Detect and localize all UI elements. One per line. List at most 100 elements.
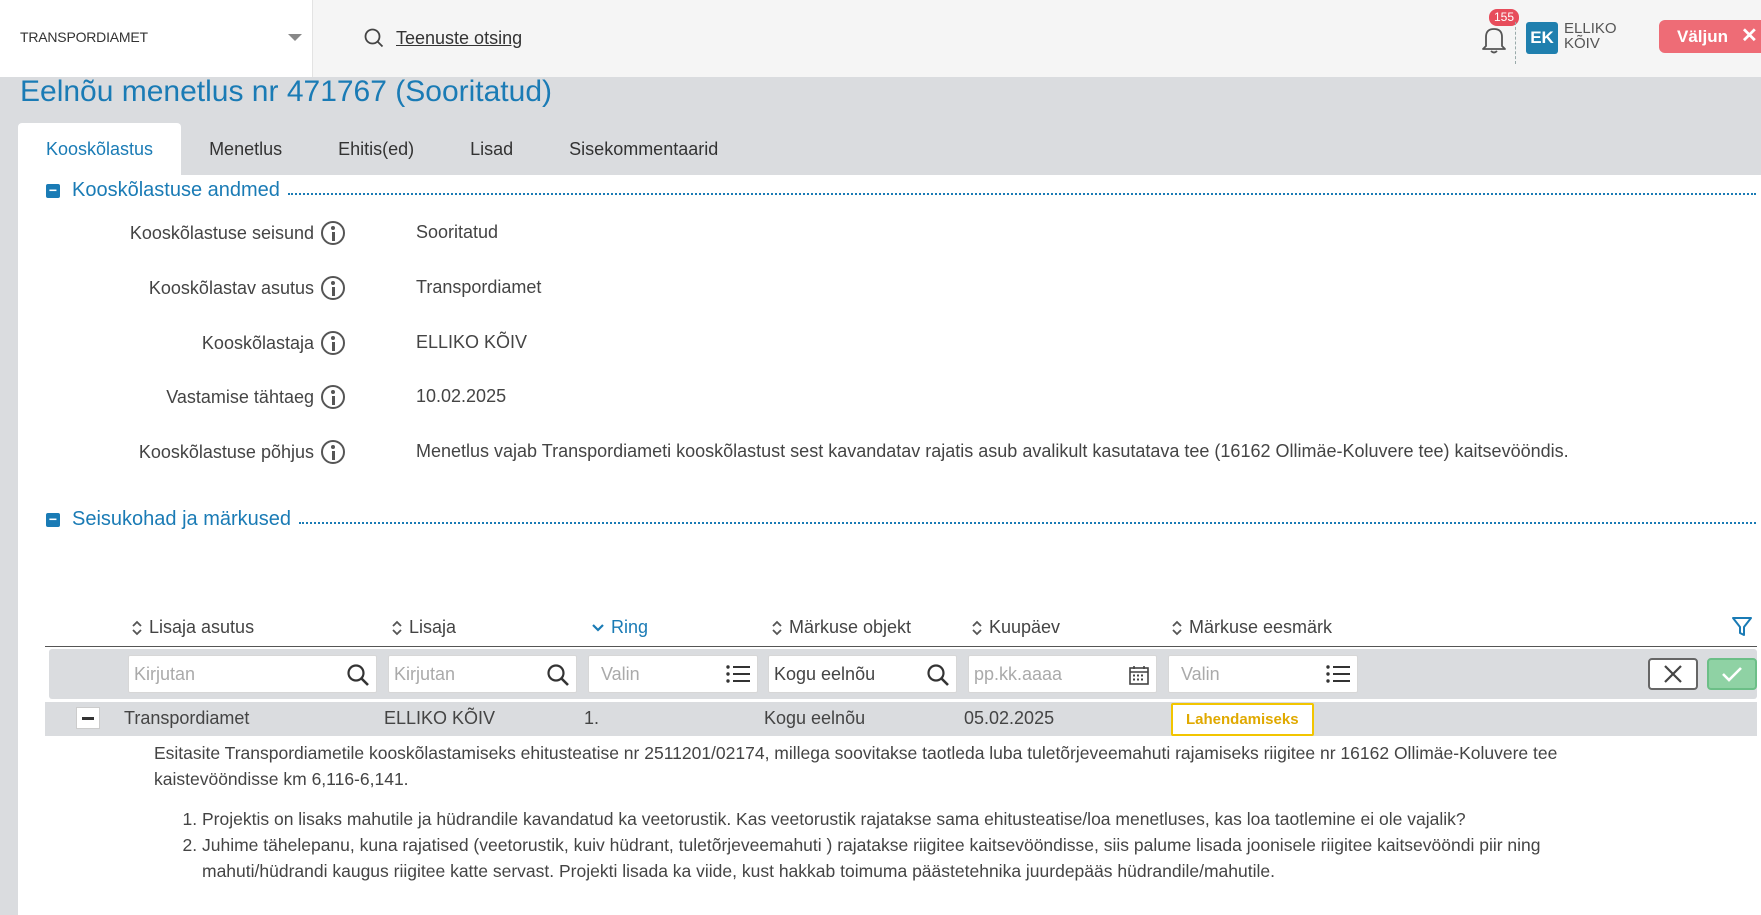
- field-label: Vastamise tähtaeg: [166, 385, 345, 409]
- field-value: Menetlus vajab Transpordiameti kooskõlas…: [416, 441, 1569, 461]
- tab-sisekommentaarid[interactable]: Sisekommentaarid: [541, 123, 746, 175]
- field-value: Sooritatud: [416, 222, 499, 242]
- organization-select[interactable]: TRANSPORDIAMET: [0, 0, 313, 77]
- service-search-link[interactable]: Teenuste otsing: [396, 28, 522, 49]
- calendar-icon[interactable]: [1128, 664, 1150, 686]
- remark-body: Esitasite Transpordiametile kooskõlastam…: [154, 740, 1644, 884]
- cell-objekt: Kogu eelnõu: [764, 708, 866, 728]
- filter-markuse-eesmark-select[interactable]: Valin: [1168, 655, 1358, 693]
- field-label: Kooskõlastuse põhjus: [139, 440, 345, 464]
- sort-icon: [772, 620, 782, 635]
- filter-kuupaev-input[interactable]: pp.kk.aaaa: [968, 655, 1157, 693]
- tab-menetlus[interactable]: Menetlus: [181, 123, 310, 175]
- field-pohjus: Kooskõlastuse põhjus Menetlus vajab Tran…: [18, 436, 1758, 466]
- table-header: Lisaja asutus Lisaja Ring Märkuse objekt…: [45, 611, 1757, 647]
- user-last-name: KÕIV: [1564, 35, 1600, 52]
- column-header-markuse-eesmark[interactable]: Märkuse eesmärk: [1171, 617, 1332, 638]
- field-label-text: Kooskõlastuse põhjus: [138, 441, 314, 462]
- field-label-text: Kooskõlastuse seisund: [129, 222, 314, 243]
- tab-ehitised[interactable]: Ehitis(ed): [310, 123, 442, 175]
- search-icon: [547, 664, 569, 686]
- tab-kooskolastus[interactable]: Kooskõlastus: [18, 123, 182, 175]
- filter-placeholder: Valin: [1181, 664, 1220, 684]
- sort-icon: [1172, 620, 1182, 635]
- search-icon: [347, 664, 369, 686]
- info-icon[interactable]: [321, 276, 345, 300]
- status-badge: Lahendamiseks: [1171, 703, 1314, 736]
- filter-markuse-objekt-input[interactable]: Kogu eelnõu: [768, 655, 957, 693]
- clear-filters-button[interactable]: [1648, 658, 1698, 690]
- info-icon[interactable]: [321, 440, 345, 464]
- field-label-text: Vastamise tähtaeg: [166, 386, 314, 407]
- field-label: Kooskõlastav asutus: [149, 276, 345, 300]
- collapse-row-button[interactable]: [76, 707, 100, 729]
- filter-icon[interactable]: [1731, 616, 1753, 638]
- search-icon: [364, 28, 384, 48]
- cell-ring: 1.: [584, 708, 600, 728]
- column-label: Lisaja: [409, 617, 457, 637]
- bell-icon[interactable]: [1480, 24, 1508, 54]
- field-label-text: Kooskõlastav asutus: [148, 277, 314, 298]
- remark-intro: Esitasite Transpordiametile kooskõlastam…: [154, 743, 1558, 789]
- column-header-lisaja-asutus[interactable]: Lisaja asutus: [131, 617, 254, 638]
- field-label: Kooskõlastaja: [202, 331, 345, 355]
- organization-select-label: TRANSPORDIAMET: [20, 29, 148, 45]
- sort-icon: [132, 620, 142, 635]
- field-seisund: Kooskõlastuse seisund Sooritatud: [18, 217, 1758, 247]
- sort-desc-icon: [592, 623, 604, 632]
- section-title: Seisukohad ja märkused: [72, 508, 292, 530]
- field-value: Transpordiamet: [416, 277, 542, 297]
- info-icon[interactable]: [321, 331, 345, 355]
- cell-asutus: Transpordiamet: [124, 708, 250, 728]
- list-item: Juhime tähelepanu, kuna rajatised (veeto…: [202, 832, 1644, 884]
- filter-placeholder: pp.kk.aaaa: [974, 664, 1063, 684]
- divider: [1515, 22, 1516, 64]
- filter-placeholder: Kirjutan: [394, 664, 456, 684]
- collapse-button[interactable]: −: [46, 183, 60, 198]
- field-value: 10.02.2025: [416, 386, 507, 406]
- remark-list: Projektis on lisaks mahutile ja hüdrandi…: [154, 806, 1644, 884]
- avatar[interactable]: EK: [1526, 22, 1558, 54]
- logout-button[interactable]: Väljun ✕: [1659, 20, 1761, 53]
- service-search[interactable]: Teenuste otsing: [364, 24, 522, 52]
- apply-filters-button[interactable]: [1707, 658, 1757, 690]
- filter-lisaja-input[interactable]: Kirjutan: [388, 655, 577, 693]
- info-icon[interactable]: [321, 385, 345, 409]
- filter-placeholder: Kirjutan: [134, 664, 196, 684]
- close-icon: [1664, 665, 1682, 683]
- tab-lisad[interactable]: Lisad: [442, 123, 541, 175]
- column-label: Märkuse eesmärk: [1189, 617, 1333, 637]
- table-row[interactable]: Transpordiamet ELLIKO KÕIV 1. Kogu eelnõ…: [45, 702, 1757, 736]
- logout-label: Väljun: [1677, 27, 1729, 46]
- filter-lisaja-asutus-input[interactable]: Kirjutan: [128, 655, 377, 693]
- info-icon[interactable]: [321, 221, 345, 245]
- user-first-name: ELLIKO: [1564, 20, 1617, 37]
- column-header-markuse-objekt[interactable]: Märkuse objekt: [771, 617, 911, 638]
- cell-kuupaev: 05.02.2025: [964, 708, 1055, 728]
- collapse-button[interactable]: −: [46, 512, 60, 527]
- field-kooskolastaja: Kooskõlastaja ELLIKO KÕIV: [18, 327, 1758, 357]
- list-icon: [726, 665, 750, 683]
- filter-ring-select[interactable]: Valin: [588, 655, 758, 693]
- tab-bar: Kooskõlastus Menetlus Ehitis(ed) Lisad S…: [18, 123, 746, 175]
- column-header-kuupaev[interactable]: Kuupäev: [971, 617, 1060, 638]
- column-label: Märkuse objekt: [789, 617, 912, 637]
- column-label: Lisaja asutus: [149, 617, 255, 637]
- list-item: Projektis on lisaks mahutile ja hüdrandi…: [202, 806, 1644, 832]
- column-label: Ring: [611, 617, 649, 637]
- cell-lisaja: ELLIKO KÕIV: [384, 708, 496, 728]
- column-header-ring[interactable]: Ring: [591, 617, 648, 638]
- list-icon: [1326, 665, 1350, 683]
- field-value: ELLIKO KÕIV: [416, 332, 528, 352]
- chevron-down-icon: [288, 34, 302, 41]
- close-icon: ✕: [1741, 25, 1758, 47]
- user-name[interactable]: ELLIKO KÕIV: [1564, 21, 1624, 51]
- dotted-divider: [299, 521, 1756, 524]
- section-header-seisukohad: − Seisukohad ja märkused: [46, 508, 1756, 531]
- section-title: Kooskõlastuse andmed: [72, 179, 280, 201]
- search-icon: [927, 664, 949, 686]
- page-title: Eelnõu menetlus nr 471767 (Sooritatud): [20, 75, 553, 108]
- filter-placeholder: Valin: [601, 664, 640, 684]
- column-header-lisaja[interactable]: Lisaja: [391, 617, 456, 638]
- filter-row: Kirjutan Kirjutan Valin Kogu eelnõu pp.k…: [49, 649, 1757, 699]
